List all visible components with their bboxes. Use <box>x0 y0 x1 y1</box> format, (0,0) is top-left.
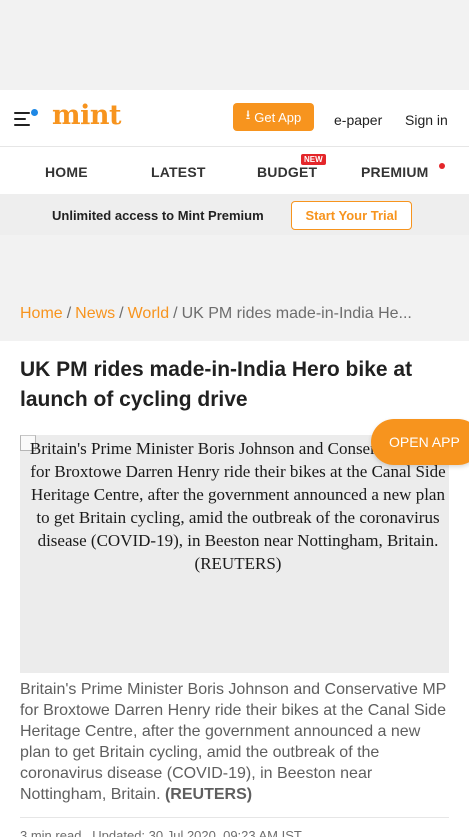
site-header: mint ⭳ Get App e-paper Sign in <box>0 90 469 147</box>
open-app-button[interactable]: OPEN APP <box>371 419 469 465</box>
breadcrumb-news[interactable]: News <box>75 305 115 322</box>
article-image[interactable]: Britain's Prime Minister Boris Johnson a… <box>20 435 449 673</box>
caption-credit: (REUTERS) <box>164 786 253 803</box>
breadcrumb-current: UK PM rides made-in-India He... <box>181 305 412 322</box>
breadcrumb: Home / News / World / UK PM rides made-in-Indi… <box>0 292 469 341</box>
breadcrumb-separator: / <box>66 305 72 322</box>
new-badge: NEW <box>301 154 326 165</box>
breadcrumb-separator: / <box>173 305 178 322</box>
read-time: 3 min read <box>20 828 82 837</box>
breadcrumb-separator: / <box>119 305 124 322</box>
download-icon: ⭳ <box>245 107 251 122</box>
top-ad-slot <box>0 0 469 90</box>
article-headline: UK PM rides made-in-India Hero bike at l… <box>20 358 413 411</box>
get-app-button[interactable]: ⭳ Get App <box>233 103 314 131</box>
premium-promo-bar: Unlimited access to Mint Premium Start Y… <box>0 195 469 235</box>
image-caption: Britain's Prime Minister Boris Johnson a… <box>20 679 451 805</box>
secondary-ad-slot <box>0 235 469 292</box>
main-nav: HOME LATEST BUDGET NEW PREMIUM <box>0 147 469 195</box>
caption-text: Britain's Prime Minister Boris Johnson a… <box>20 681 447 803</box>
get-app-label: Get App <box>254 109 302 125</box>
nav-item-budget[interactable]: BUDGET <box>257 164 317 180</box>
updated-timestamp: . Updated: 30 Jul 2020, 09:23 AM IST <box>85 828 302 837</box>
nav-item-home[interactable]: HOME <box>45 164 88 180</box>
breadcrumb-home[interactable]: Home <box>20 305 63 322</box>
promo-text: Unlimited access to Mint Premium <box>52 208 264 223</box>
nav-item-premium[interactable]: PREMIUM <box>361 164 429 180</box>
nav-item-latest[interactable]: LATEST <box>151 164 206 180</box>
epaper-link[interactable]: e-paper <box>334 112 382 128</box>
article: UK PM rides made-in-India Hero bike at l… <box>0 341 469 837</box>
breadcrumb-world[interactable]: World <box>128 305 170 322</box>
notification-dot <box>31 109 38 116</box>
mint-logo[interactable]: mint <box>52 100 121 131</box>
signin-link[interactable]: Sign in <box>405 112 448 128</box>
article-meta: 3 min read . Updated: 30 Jul 2020, 09:23… <box>20 817 449 837</box>
premium-dot-indicator <box>439 163 445 169</box>
menu-icon[interactable] <box>14 109 38 129</box>
start-trial-button[interactable]: Start Your Trial <box>291 201 412 230</box>
